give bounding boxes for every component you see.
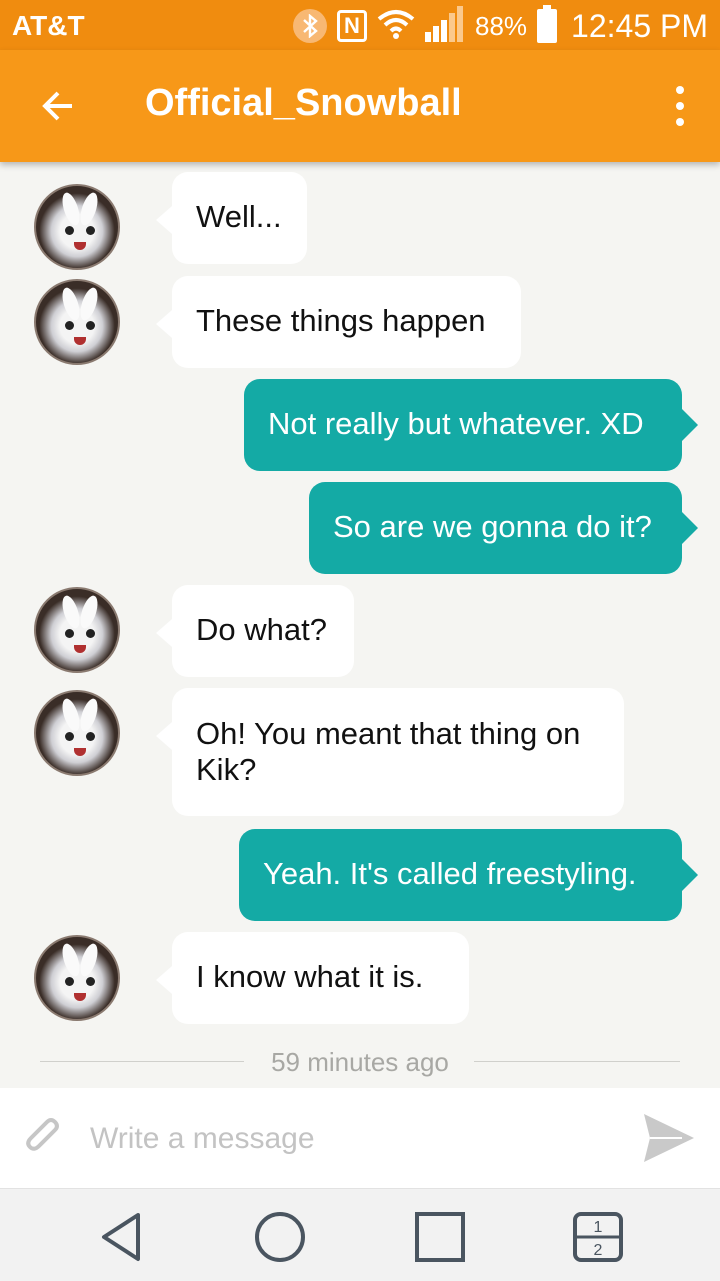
nfc-icon: N [336, 10, 367, 42]
avatar[interactable] [34, 184, 120, 270]
clock-time: 12:45 PM [571, 7, 708, 44]
message-list[interactable]: Well... These things happen Not really b… [0, 162, 720, 1087]
incoming-message-bubble[interactable]: These things happen [156, 276, 521, 368]
paperclip-icon[interactable] [10, 1104, 78, 1172]
nav-recents-icon[interactable] [412, 1209, 468, 1265]
battery-percent: 88% [474, 10, 528, 41]
nav-home-icon[interactable] [252, 1209, 308, 1265]
arrow-left-icon[interactable] [36, 80, 80, 130]
outgoing-message-bubble[interactable]: So are we gonna do it? [309, 482, 698, 574]
avatar[interactable] [34, 587, 120, 673]
message-composer [0, 1088, 720, 1188]
avatar[interactable] [34, 935, 120, 1021]
timestamp-label: 59 minutes ago [249, 1047, 471, 1077]
wifi-icon [377, 9, 415, 44]
incoming-message-bubble[interactable]: Oh! You meant that thing on Kik? [156, 688, 624, 816]
divider-line [474, 1061, 680, 1062]
bluetooth-icon [292, 9, 327, 43]
app-bar: Official_Snowball [0, 50, 720, 162]
dual-window-top-label: 1 [594, 1219, 603, 1236]
avatar[interactable] [34, 279, 120, 365]
status-icons: N 88% 12:45 PM [292, 5, 708, 47]
outgoing-message-bubble[interactable]: Not really but whatever. XD [244, 379, 698, 471]
outgoing-message-bubble[interactable]: Yeah. It's called freestyling. [239, 829, 698, 921]
incoming-message-bubble[interactable]: Do what? [156, 585, 354, 677]
more-vertical-icon[interactable] [670, 86, 690, 126]
divider-line [40, 1061, 244, 1062]
send-icon[interactable] [642, 1112, 696, 1164]
nav-back-icon[interactable] [96, 1209, 152, 1265]
incoming-message-bubble[interactable]: Well... [156, 172, 307, 264]
carrier-label: AT&T [12, 10, 85, 41]
battery-icon [537, 5, 558, 43]
conversation-title: Official_Snowball [145, 82, 462, 124]
system-navigation-bar: 1 2 [0, 1188, 720, 1281]
message-input[interactable] [88, 1116, 612, 1162]
signal-icon [424, 5, 465, 47]
incoming-message-bubble[interactable]: I know what it is. [156, 932, 469, 1024]
dual-window-bottom-label: 2 [594, 1242, 603, 1259]
dual-window-icon[interactable]: 1 2 [570, 1209, 626, 1265]
timestamp-divider: 59 minutes ago [40, 1047, 680, 1077]
avatar[interactable] [34, 690, 120, 776]
status-bar: AT&T N 88% 12:45 PM [0, 0, 720, 50]
